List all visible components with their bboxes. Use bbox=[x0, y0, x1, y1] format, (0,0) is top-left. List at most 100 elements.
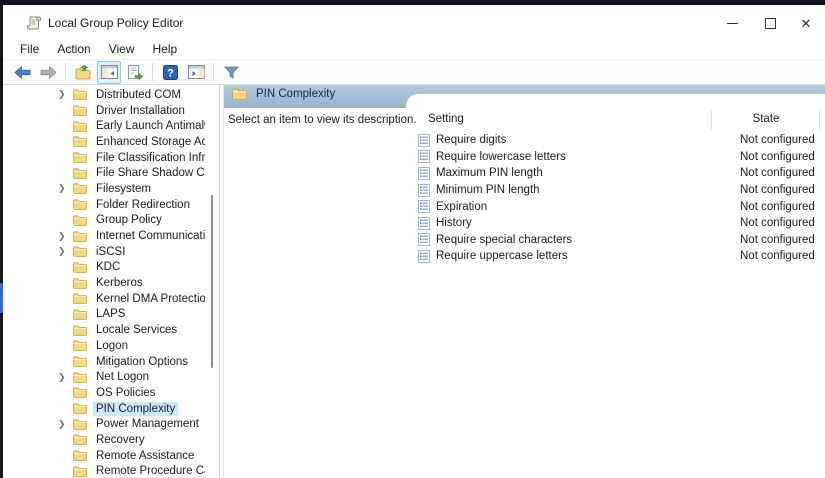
tree-item[interactable]: ❯ Driver Installation bbox=[3, 103, 205, 119]
gpedit-scroll-icon bbox=[26, 15, 42, 31]
main-area: ❯ Distributed COM ❯ Driver Installation … bbox=[3, 85, 825, 478]
settings-list: Require digits Not configured Require lo… bbox=[416, 132, 817, 265]
chevron-right-icon[interactable]: ❯ bbox=[58, 247, 68, 256]
tree-item[interactable]: ❯ LAPS bbox=[3, 307, 205, 323]
column-header-setting[interactable]: Setting bbox=[428, 113, 464, 125]
tree-item[interactable]: ❯ Recovery bbox=[3, 432, 205, 448]
filter-funnel-icon bbox=[224, 66, 239, 79]
title-bar[interactable]: Local Group Policy Editor ✕ bbox=[3, 5, 825, 40]
minimize-button[interactable] bbox=[717, 9, 747, 37]
up-one-level-button[interactable] bbox=[71, 61, 95, 84]
column-divider[interactable] bbox=[711, 110, 712, 130]
policy-setting-icon bbox=[418, 167, 430, 180]
back-button[interactable] bbox=[10, 61, 34, 84]
folder-icon bbox=[73, 231, 87, 242]
setting-row[interactable]: Maximum PIN length Not configured bbox=[416, 165, 817, 182]
tree-item[interactable]: ❯ Logon bbox=[3, 338, 205, 354]
help-button[interactable]: ? bbox=[158, 61, 182, 84]
setting-row[interactable]: Minimum PIN length Not configured bbox=[416, 182, 817, 199]
folder-icon bbox=[73, 434, 87, 445]
setting-row[interactable]: Require digits Not configured bbox=[416, 132, 817, 149]
folder-icon bbox=[73, 419, 87, 430]
setting-row[interactable]: Require special characters Not configure… bbox=[416, 232, 817, 249]
folder-icon bbox=[73, 262, 87, 273]
forward-button[interactable] bbox=[36, 61, 60, 84]
menu-help[interactable]: Help bbox=[144, 40, 187, 59]
folder-icon bbox=[73, 246, 87, 257]
tree-item[interactable]: ❯ Early Launch Antimalware bbox=[3, 118, 205, 134]
tree: ❯ Distributed COM ❯ Driver Installation … bbox=[3, 87, 205, 478]
tree-item[interactable]: ❯ Kerberos bbox=[3, 275, 205, 291]
menu-view[interactable]: View bbox=[100, 40, 144, 59]
forward-arrow-icon bbox=[40, 66, 57, 79]
description-hint: Select an item to view its description. bbox=[228, 114, 417, 126]
folder-icon bbox=[73, 356, 87, 367]
list-header: Setting State bbox=[416, 110, 817, 130]
help-icon: ? bbox=[163, 65, 178, 80]
chevron-right-icon[interactable]: ❯ bbox=[58, 373, 68, 382]
tree-item[interactable]: ❯ File Classification Infrastructure bbox=[3, 150, 205, 166]
details-pane: Setting State Require digits Not configu… bbox=[223, 85, 825, 478]
settings-panel: Setting State Require digits Not configu… bbox=[406, 94, 825, 478]
column-header-state[interactable]: State bbox=[716, 113, 816, 125]
window-title: Local Group Policy Editor bbox=[48, 16, 183, 30]
tree-item[interactable]: ❯ Filesystem bbox=[3, 181, 205, 197]
tree-item[interactable]: ❯ iSCSI bbox=[3, 244, 205, 260]
folder-icon bbox=[73, 466, 87, 477]
policy-setting-icon bbox=[418, 200, 430, 213]
show-console-tree-button[interactable] bbox=[97, 61, 121, 84]
folder-icon bbox=[73, 89, 87, 100]
back-arrow-icon bbox=[14, 66, 31, 79]
tree-scrollbar[interactable] bbox=[211, 195, 213, 368]
setting-row[interactable]: Require uppercase letters Not configured bbox=[416, 248, 817, 265]
filter-button[interactable] bbox=[219, 61, 243, 84]
tree-item[interactable]: ❯ Mitigation Options bbox=[3, 354, 205, 370]
policy-setting-icon bbox=[418, 233, 430, 246]
setting-row[interactable]: Expiration Not configured bbox=[416, 198, 817, 215]
folder-icon bbox=[73, 152, 87, 163]
tree-item[interactable]: ❯ Folder Redirection bbox=[3, 197, 205, 213]
tree-item[interactable]: ❯ Remote Procedure Call bbox=[3, 464, 205, 478]
setting-row[interactable]: Require lowercase letters Not configured bbox=[416, 149, 817, 166]
toolbar-separator bbox=[65, 63, 66, 81]
chevron-right-icon[interactable]: ❯ bbox=[58, 90, 68, 99]
tree-item[interactable]: ❯ Group Policy bbox=[3, 213, 205, 229]
tree-item[interactable]: ❯ OS Policies bbox=[3, 385, 205, 401]
folder-icon bbox=[73, 278, 87, 289]
chevron-right-icon[interactable]: ❯ bbox=[58, 184, 68, 193]
menu-bar: File Action View Help bbox=[3, 40, 825, 60]
tree-item[interactable]: ❯ Distributed COM bbox=[3, 87, 205, 103]
folder-icon bbox=[73, 183, 87, 194]
folder-icon bbox=[73, 309, 87, 320]
tree-item[interactable]: ❯ Kernel DMA Protection bbox=[3, 291, 205, 307]
tree-item[interactable]: ❯ KDC bbox=[3, 260, 205, 276]
policy-setting-icon bbox=[418, 134, 430, 147]
folder-up-icon bbox=[75, 65, 92, 80]
menu-action[interactable]: Action bbox=[48, 40, 99, 59]
svg-text:?: ? bbox=[167, 67, 174, 79]
folder-icon bbox=[73, 293, 87, 304]
setting-row[interactable]: History Not configured bbox=[416, 215, 817, 232]
local-group-policy-editor-window: Local Group Policy Editor ✕ File Action … bbox=[0, 0, 825, 478]
close-button[interactable]: ✕ bbox=[791, 9, 821, 37]
tree-item[interactable]: ❯ Locale Services bbox=[3, 322, 205, 338]
tree-item[interactable]: ❯ Power Management bbox=[3, 416, 205, 432]
tree-item[interactable]: ❯ PIN Complexity bbox=[3, 401, 205, 417]
folder-icon bbox=[73, 199, 87, 210]
policy-setting-icon bbox=[418, 250, 430, 263]
chevron-right-icon[interactable]: ❯ bbox=[58, 232, 68, 241]
chevron-right-icon[interactable]: ❯ bbox=[58, 420, 68, 429]
tree-item[interactable]: ❯ Remote Assistance bbox=[3, 448, 205, 464]
export-list-button[interactable] bbox=[123, 61, 147, 84]
menu-file[interactable]: File bbox=[11, 40, 48, 59]
folder-icon bbox=[73, 215, 87, 226]
maximize-button[interactable] bbox=[755, 9, 785, 37]
show-action-pane-button[interactable] bbox=[184, 61, 208, 84]
tree-item[interactable]: ❯ Net Logon bbox=[3, 369, 205, 385]
tree-item[interactable]: ❯ Internet Communication Management bbox=[3, 228, 205, 244]
details-pane-title: PIN Complexity bbox=[256, 88, 335, 100]
toolbar: ? bbox=[3, 60, 825, 85]
column-divider[interactable] bbox=[819, 110, 820, 130]
tree-item[interactable]: ❯ Enhanced Storage Access bbox=[3, 134, 205, 150]
tree-item[interactable]: ❯ File Share Shadow Copy Provider bbox=[3, 165, 205, 181]
